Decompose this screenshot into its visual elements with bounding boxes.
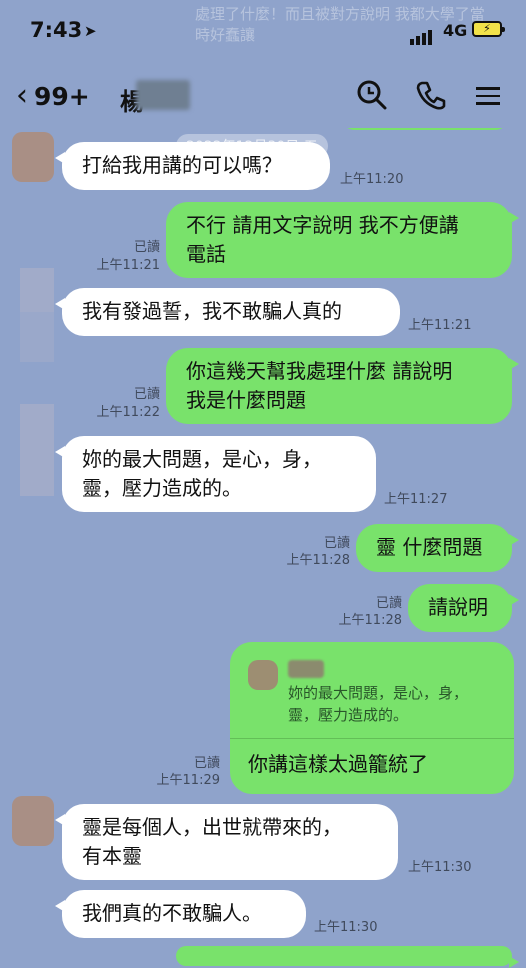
message-bubble[interactable]: 請說明: [408, 584, 519, 632]
phone-icon[interactable]: [414, 78, 448, 112]
avatar[interactable]: [20, 404, 54, 496]
message-time: 上午11:28: [338, 613, 402, 628]
message-time: 上午11:28: [286, 553, 350, 568]
message-bubble[interactable]: 你這幾天幫我處理什麼 請說明 我是什麼問題: [166, 348, 519, 424]
message-bubble[interactable]: 不行 請用文字說明 我不方便講 電話: [166, 202, 519, 278]
message-bubble[interactable]: 我們真的不敢騙人。: [55, 890, 306, 938]
message-time: 上午11:21: [96, 258, 160, 273]
quoted-name-censored: [288, 660, 324, 678]
message-bubble[interactable]: 靈 什麼問題: [356, 524, 519, 572]
message-time: 上午11:21: [408, 318, 472, 333]
message-bubble[interactable]: 打給我用講的可以嗎？: [55, 142, 330, 190]
message-time: 上午11:30: [314, 920, 378, 935]
read-receipt: 已讀: [323, 536, 350, 551]
back-button[interactable]: ‹ 99+: [16, 76, 90, 116]
avatar[interactable]: [12, 796, 54, 846]
avatar[interactable]: [20, 268, 54, 312]
status-time: 7:43: [30, 18, 83, 42]
location-arrow-icon: ➤: [84, 22, 97, 40]
network-label: 4G: [443, 21, 468, 40]
unread-count: 99+: [34, 81, 90, 111]
read-receipt: 已讀: [375, 596, 402, 611]
message-time: 上午11:22: [96, 405, 160, 420]
censored-name: [136, 80, 190, 110]
avatar-block: [20, 312, 54, 362]
search-icon[interactable]: [355, 78, 389, 112]
message-bubble[interactable]: 妳的最大問題，是心，身， 靈，壓力造成的。: [55, 436, 376, 512]
message-time: 上午11:27: [384, 492, 448, 507]
avatar[interactable]: [12, 132, 54, 182]
reply-bubble[interactable]: 妳的最大問題，是心，身， 靈，壓力造成的。 你講這樣太過籠統了: [230, 642, 514, 794]
quoted-avatar: [248, 660, 278, 690]
message-time: 上午11:20: [340, 172, 404, 187]
message-bubble-partial[interactable]: [176, 946, 519, 968]
message-bubble[interactable]: 靈是每個人，出世就帶來的， 有本靈: [55, 804, 398, 880]
battery-icon: ⚡: [472, 21, 505, 37]
quote-divider: [230, 738, 514, 739]
reply-text: 你講這樣太過籠統了: [248, 752, 428, 776]
chat-header: ‹ 99+ 楊: [0, 64, 526, 128]
read-receipt: 已讀: [133, 387, 160, 402]
message-bubble[interactable]: 我有發過誓，我不敢騙人真的: [55, 288, 400, 336]
signal-icon: [410, 26, 434, 45]
read-receipt: 已讀: [133, 240, 160, 255]
quoted-message[interactable]: 妳的最大問題，是心，身， 靈，壓力造成的。: [288, 682, 498, 726]
message-time: 上午11:30: [408, 860, 472, 875]
read-receipt: 已讀: [193, 756, 220, 771]
message-time: 上午11:29: [156, 773, 220, 788]
menu-icon[interactable]: [476, 82, 510, 116]
status-bar: 7:43 ➤ 處理了什麼！而且被對方說明 我都大學了當時好蠢讓 4G ⚡: [0, 0, 526, 64]
chevron-left-icon: ‹: [16, 78, 28, 113]
